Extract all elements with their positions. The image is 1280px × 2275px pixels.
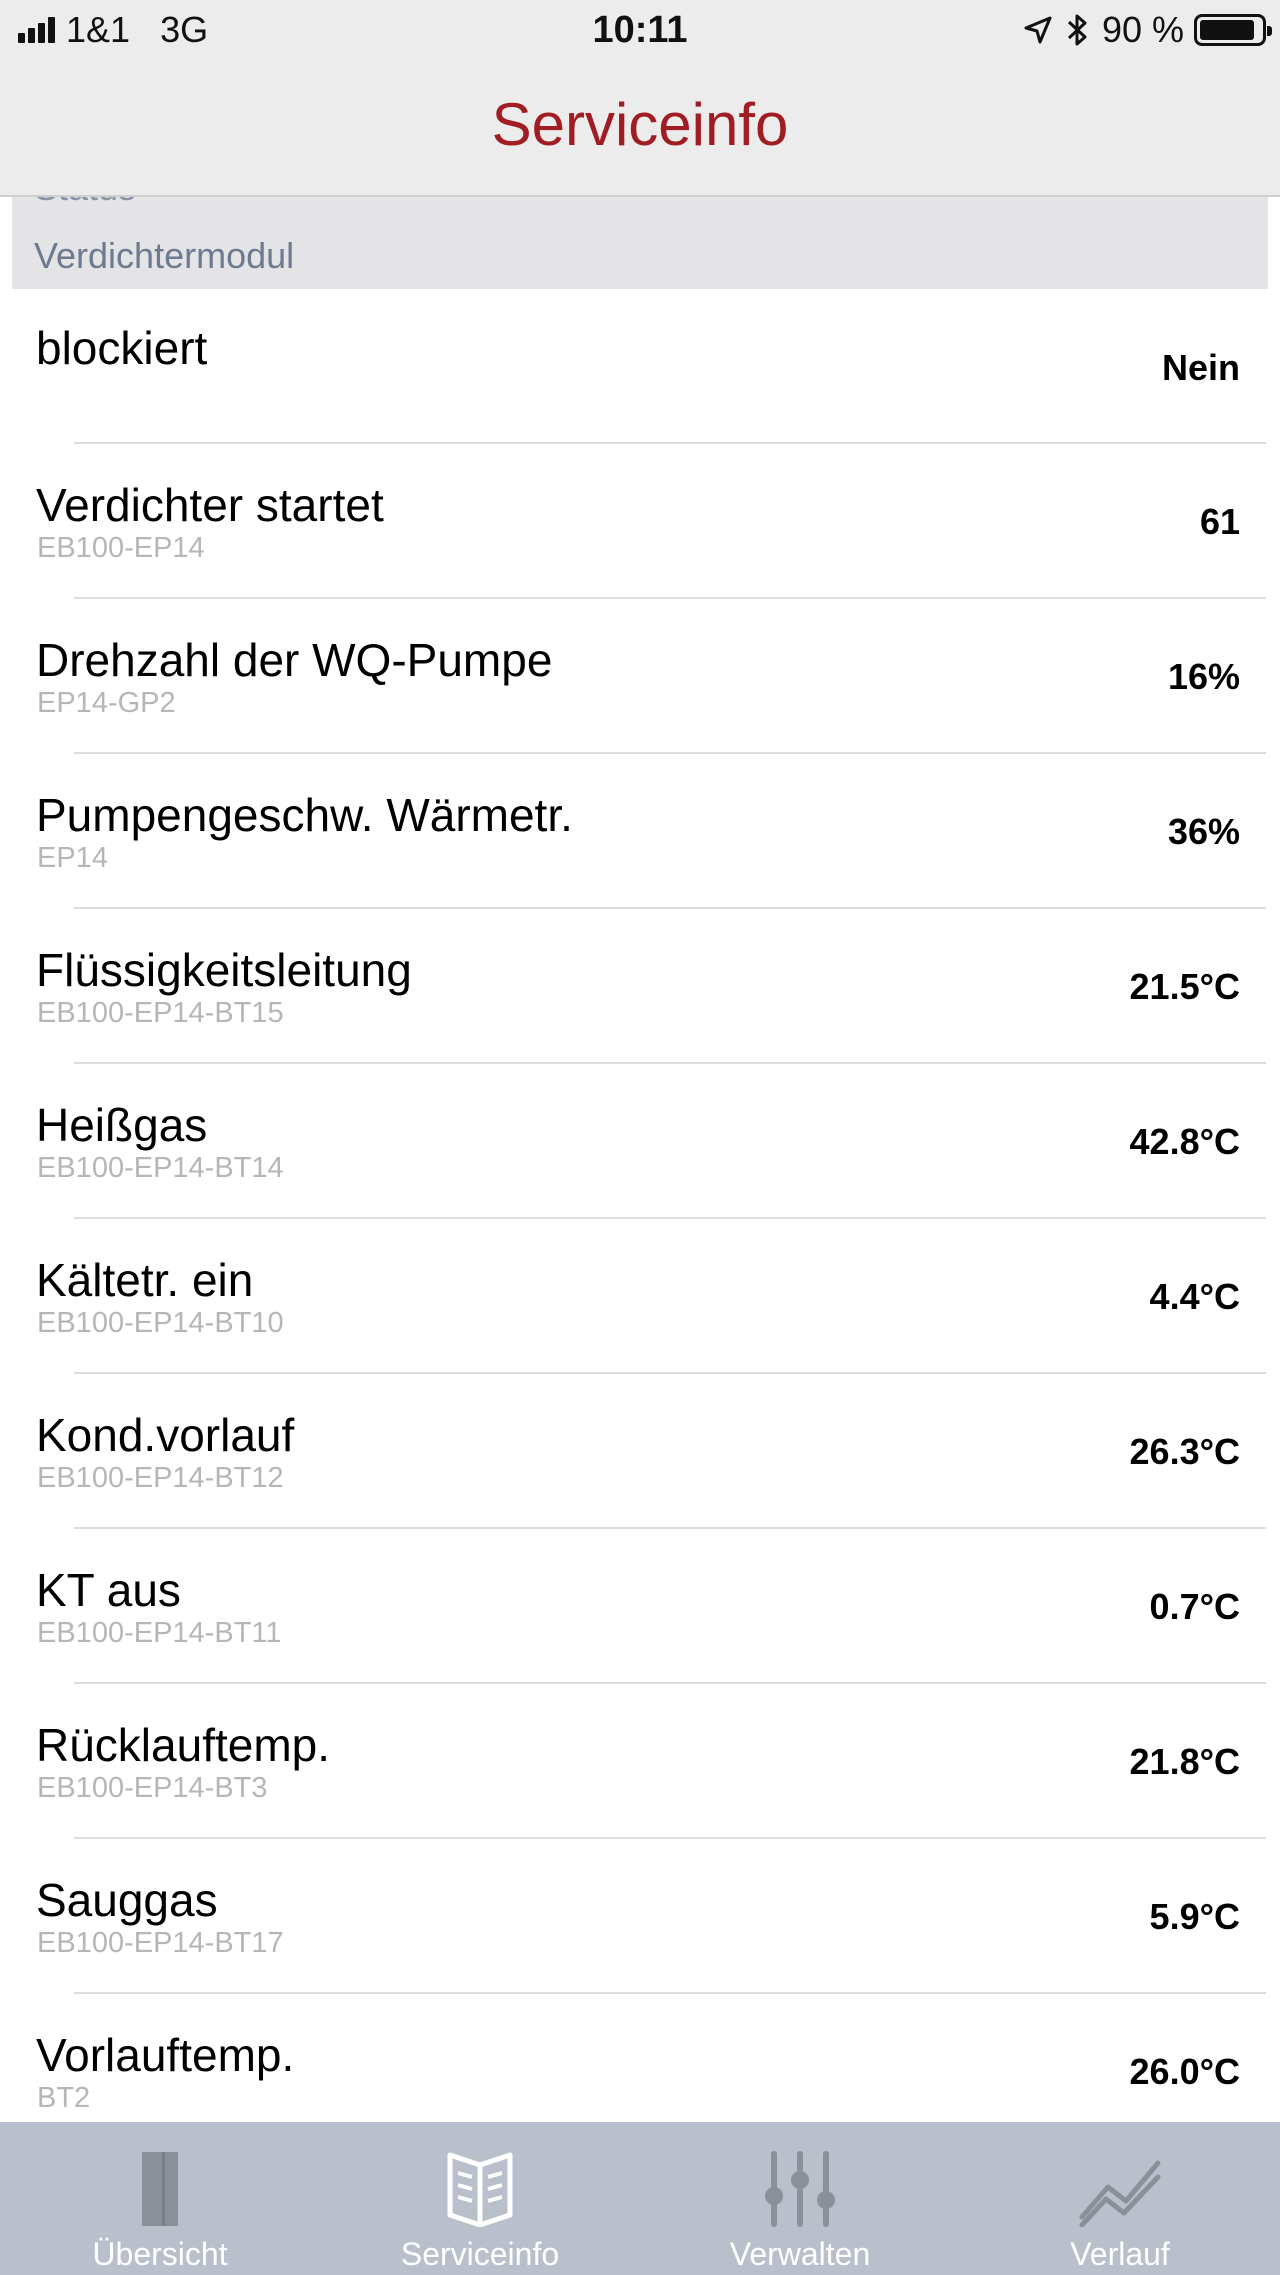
tab-label: Verlauf (1070, 2236, 1170, 2272)
section-header: Status Verdichtermodul (12, 197, 1268, 289)
list-item[interactable]: Pumpengeschw. Wärmetr. EP14 36% (0, 754, 1280, 909)
item-subtitle: EB100-EP14-BT14 (37, 1152, 284, 1184)
tab-label: Übersicht (92, 2236, 228, 2272)
list-item[interactable]: Kond.vorlauf EB100-EP14-BT12 26.3°C (0, 1374, 1280, 1529)
item-title: Rücklauftemp. (36, 1719, 331, 1771)
item-subtitle: EB100-EP14-BT10 (37, 1307, 284, 1339)
list-item[interactable]: Rücklauftemp. EB100-EP14-BT3 21.8°C (0, 1684, 1280, 1839)
item-title: Drehzahl der WQ-Pumpe (36, 634, 553, 686)
item-title: Pumpengeschw. Wärmetr. (36, 789, 573, 841)
chart-line-icon (960, 2148, 1280, 2230)
item-title: Flüssigkeitsleitung (36, 944, 412, 996)
item-value: 21.8°C (1129, 1741, 1240, 1782)
item-value: Nein (1161, 347, 1240, 388)
list-item[interactable]: KT aus EB100-EP14-BT11 0.7°C (0, 1529, 1280, 1684)
list-item[interactable]: Drehzahl der WQ-Pumpe EP14-GP2 16% (0, 599, 1280, 754)
item-value: 0.7°C (1149, 1586, 1240, 1627)
item-value: 16% (1167, 656, 1240, 697)
item-subtitle: EB100-EP14 (37, 532, 205, 564)
list-item[interactable]: Flüssigkeitsleitung EB100-EP14-BT15 21.5°C (0, 909, 1280, 1064)
bluetooth-icon (1066, 13, 1088, 47)
item-subtitle: BT2 (37, 2082, 91, 2114)
item-subtitle: EB100-EP14-BT17 (37, 1927, 284, 1959)
battery-fill (1200, 20, 1254, 40)
list-item[interactable]: Kältetr. ein EB100-EP14-BT10 4.4°C (0, 1219, 1280, 1374)
list-item[interactable]: Verdichter startet EB100-EP14 61 (0, 444, 1280, 599)
page-title: Serviceinfo (491, 91, 789, 158)
item-value: 21.5°C (1129, 966, 1240, 1007)
status-right: 90 % (1024, 8, 1272, 52)
item-subtitle: EB100-EP14-BT11 (37, 1617, 282, 1649)
item-title: blockiert (36, 322, 208, 374)
door-icon (0, 2148, 320, 2230)
item-title: Verdichter startet (36, 479, 384, 531)
list-item[interactable]: Sauggas EB100-EP14-BT17 5.9°C (0, 1839, 1280, 1994)
tab-verlauf[interactable]: Verlauf (960, 2122, 1280, 2275)
item-subtitle: EB100-EP14-BT3 (37, 1772, 268, 1804)
item-value: 4.4°C (1149, 1276, 1240, 1317)
sliders-icon (640, 2148, 960, 2230)
status-bar: 1&1 3G 10:11 90 % (0, 0, 1280, 62)
tab-uebersicht[interactable]: Übersicht (0, 2122, 320, 2275)
list-item[interactable]: blockiert Nein (0, 289, 1280, 444)
item-title: Heißgas (36, 1099, 208, 1151)
item-value: 26.3°C (1129, 1431, 1240, 1472)
battery-icon (1194, 14, 1272, 46)
tab-label: Serviceinfo (400, 2236, 560, 2272)
item-title: KT aus (36, 1564, 181, 1616)
item-subtitle: EB100-EP14-BT12 (37, 1462, 284, 1494)
tab-serviceinfo[interactable]: Serviceinfo (320, 2122, 640, 2275)
item-subtitle: EB100-EP14-BT15 (37, 997, 284, 1029)
tab-verwalten[interactable]: Verwalten (640, 2122, 960, 2275)
location-arrow-icon (1024, 16, 1052, 44)
item-title: Vorlauftemp. (36, 2029, 295, 2081)
item-value: 36% (1167, 811, 1240, 852)
item-value: 61 (1199, 501, 1240, 542)
navigation-bar: Serviceinfo (0, 62, 1280, 197)
item-value: 5.9°C (1149, 1896, 1240, 1937)
item-value: 26.0°C (1129, 2051, 1240, 2092)
tab-label: Verwalten (729, 2236, 871, 2272)
section-header-previous: Status (34, 197, 136, 209)
item-value: 42.8°C (1129, 1121, 1240, 1162)
item-subtitle: EP14-GP2 (37, 687, 176, 719)
item-title: Kond.vorlauf (36, 1409, 295, 1461)
service-info-list: blockiert Nein Verdichter startet EB100-EP1… (0, 289, 1280, 2149)
list-item[interactable]: Heißgas EB100-EP14-BT14 42.8°C (0, 1064, 1280, 1219)
battery-percent: 90 % (1101, 9, 1184, 50)
item-title: Sauggas (36, 1874, 218, 1926)
item-title: Kältetr. ein (36, 1254, 254, 1306)
book-icon (320, 2148, 640, 2230)
tab-bar: Übersicht Serviceinfo Verwalten Verlauf (0, 2122, 1280, 2275)
section-title: Verdichtermodul (34, 235, 295, 276)
item-subtitle: EP14 (37, 842, 108, 874)
